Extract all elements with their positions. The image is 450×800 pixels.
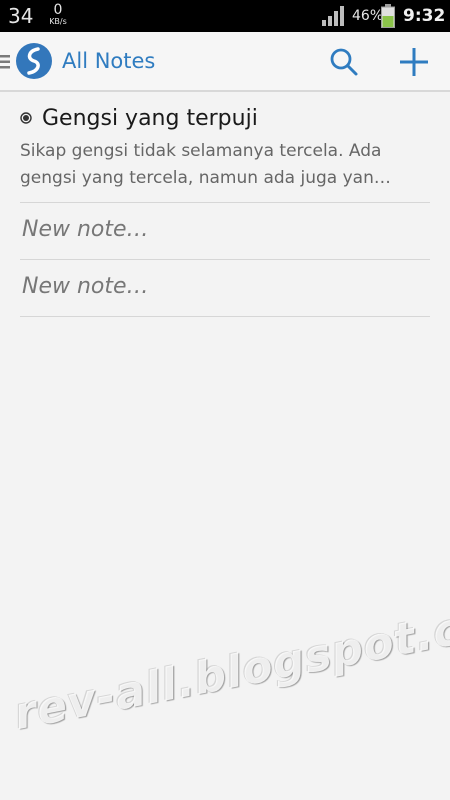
battery-icon xyxy=(381,4,395,28)
note-preview-line: Sikap gengsi tidak selamanya tercela. Ad… xyxy=(20,141,382,161)
up-indicator-icon[interactable] xyxy=(0,54,10,70)
pinned-dot-icon xyxy=(20,112,32,124)
watermark: rev-all.blogspot.com xyxy=(10,588,450,741)
status-bar: 34 0 KB/s 46% 9:32 xyxy=(0,0,450,32)
app-title[interactable]: All Notes xyxy=(62,47,155,75)
status-notification-count: 34 xyxy=(8,4,34,28)
new-note-placeholder[interactable]: New note… xyxy=(20,203,430,260)
new-note-label: New note… xyxy=(22,217,149,242)
clock: 9:32 xyxy=(403,6,446,26)
new-note-placeholder[interactable]: New note… xyxy=(20,260,430,317)
signal-icon xyxy=(322,6,344,26)
network-speed-value: 0 xyxy=(53,2,63,18)
app-bar: All Notes xyxy=(0,32,450,92)
add-icon xyxy=(400,48,428,76)
app-logo-icon[interactable] xyxy=(16,43,52,79)
add-note-button[interactable] xyxy=(394,44,434,80)
note-title: Gengsi yang terpuji xyxy=(42,106,258,131)
note-preview: Sikap gengsi tidak selamanya tercela. Ad… xyxy=(20,138,430,192)
note-preview-line: gengsi yang tercela, namun ada juga yan… xyxy=(20,168,391,188)
network-speed-unit: KB/s xyxy=(49,17,67,26)
note-list: Gengsi yang terpuji Sikap gengsi tidak s… xyxy=(20,92,430,317)
battery-percentage: 46% xyxy=(352,8,384,24)
network-speed-indicator: 0 KB/s xyxy=(46,3,70,27)
new-note-label: New note… xyxy=(22,274,149,299)
search-button[interactable] xyxy=(324,44,364,80)
note-item[interactable]: Gengsi yang terpuji Sikap gengsi tidak s… xyxy=(20,92,430,203)
search-icon xyxy=(330,48,358,76)
